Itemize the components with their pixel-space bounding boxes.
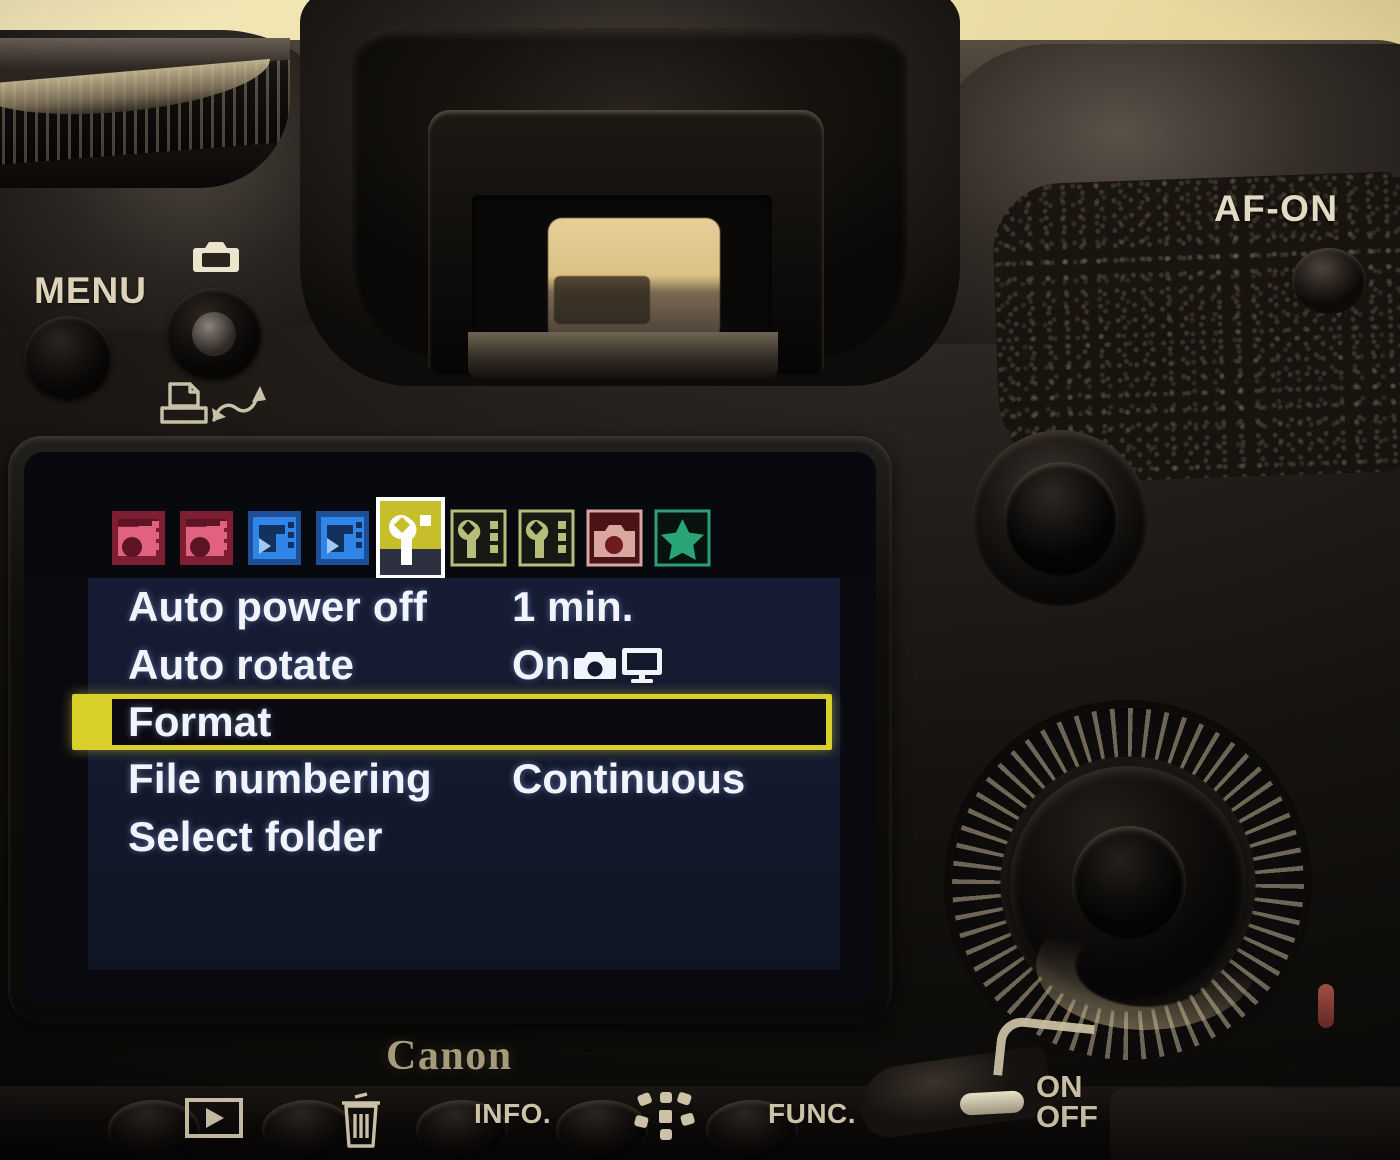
- tab-custom-functions[interactable]: [584, 502, 645, 574]
- menu-row-format[interactable]: Format: [72, 694, 832, 750]
- trash-icon: [342, 1092, 380, 1148]
- tab-shooting-2[interactable]: [176, 502, 237, 574]
- menu-item-label: File numbering: [128, 755, 432, 802]
- menu-tab-bar: [24, 452, 876, 579]
- camera-tab-icon: [112, 511, 165, 565]
- wrench-tab-icon: [518, 509, 575, 567]
- menu-item-value: On: [512, 641, 664, 689]
- af-on-button[interactable]: [1292, 248, 1366, 314]
- menu-row-format-fill: Format: [112, 698, 826, 745]
- wrench-tab-icon: [450, 509, 507, 567]
- access-lamp: [1318, 984, 1334, 1028]
- power-switch[interactable]: ON OFF: [940, 1015, 1120, 1160]
- print-share-button[interactable]: [166, 288, 262, 380]
- menu-tabs: [108, 497, 713, 579]
- mode-dial-top-surface: [0, 58, 270, 126]
- playback-tab-icon: [316, 511, 369, 565]
- lcd-screen: Auto power off 1 min. Auto rotate On For…: [24, 452, 876, 1004]
- mode-dial[interactable]: [0, 38, 290, 188]
- power-switch-labels: ON OFF: [1036, 1069, 1098, 1135]
- viewfinder-glass: [548, 218, 720, 338]
- menu-item-value-text: 1 min.: [512, 583, 634, 630]
- power-off-label: OFF: [1036, 1099, 1098, 1135]
- tab-setup-2[interactable]: [448, 502, 509, 574]
- camera-icon: [574, 652, 617, 679]
- tab-playback-1[interactable]: [244, 502, 305, 574]
- tab-shooting-1[interactable]: [108, 502, 169, 574]
- menu-row-file-numbering[interactable]: File numbering Continuous: [88, 750, 840, 808]
- menu-button[interactable]: [24, 316, 112, 400]
- camera-icon: [193, 242, 239, 272]
- multi-controller-joystick[interactable]: [1004, 462, 1118, 576]
- menu-item-value: Continuous: [512, 755, 745, 803]
- canon-brand-logo: Canon: [386, 1033, 513, 1079]
- af-on-label: AF-ON: [1214, 188, 1339, 229]
- menu-item-label: Select folder: [128, 813, 383, 860]
- menu-row-select-folder[interactable]: Select folder: [88, 808, 840, 866]
- tab-setup-1[interactable]: [376, 497, 445, 579]
- menu-item-list: Auto power off 1 min. Auto rotate On For…: [72, 578, 840, 970]
- menu-item-value: 1 min.: [512, 583, 633, 631]
- func-button-label: FUNC.: [768, 1098, 857, 1129]
- wrench-tab-icon: [380, 501, 441, 575]
- tab-setup-3[interactable]: [516, 502, 577, 574]
- play-boxed-icon: [185, 1098, 243, 1138]
- set-button[interactable]: [1072, 826, 1186, 940]
- menu-item-label: Auto rotate: [128, 641, 355, 688]
- tab-playback-2[interactable]: [312, 502, 373, 574]
- menu-row-auto-rotate[interactable]: Auto rotate On: [88, 636, 840, 694]
- card-slot-door: [1110, 1088, 1400, 1160]
- menu-item-value-text: Continuous: [512, 755, 746, 802]
- info-button-label: INFO.: [474, 1098, 552, 1129]
- menu-row-auto-power-off[interactable]: Auto power off 1 min.: [88, 578, 840, 636]
- playback-tab-icon: [248, 511, 301, 565]
- camera-tab-icon: [180, 511, 233, 565]
- power-on-label: ON: [1036, 1069, 1083, 1104]
- camera-red-tab-icon: [586, 509, 643, 567]
- menu-item-label: Auto power off: [128, 583, 428, 630]
- camera-rear-photo: AF-ON MENU Auto power off 1 min. Auto ro…: [0, 0, 1400, 1160]
- print-share-icon: [160, 382, 266, 424]
- monitor-icon: [622, 648, 663, 683]
- tab-my-menu[interactable]: [652, 502, 713, 574]
- menu-button-label: MENU: [34, 270, 147, 311]
- star-tab-icon: [654, 509, 711, 567]
- viewfinder-lip: [468, 332, 778, 378]
- power-switch-lever[interactable]: [959, 1090, 1025, 1116]
- menu-item-value-text: On: [512, 641, 571, 688]
- menu-item-label: Format: [128, 698, 272, 745]
- index-jump-icon: [634, 1092, 695, 1140]
